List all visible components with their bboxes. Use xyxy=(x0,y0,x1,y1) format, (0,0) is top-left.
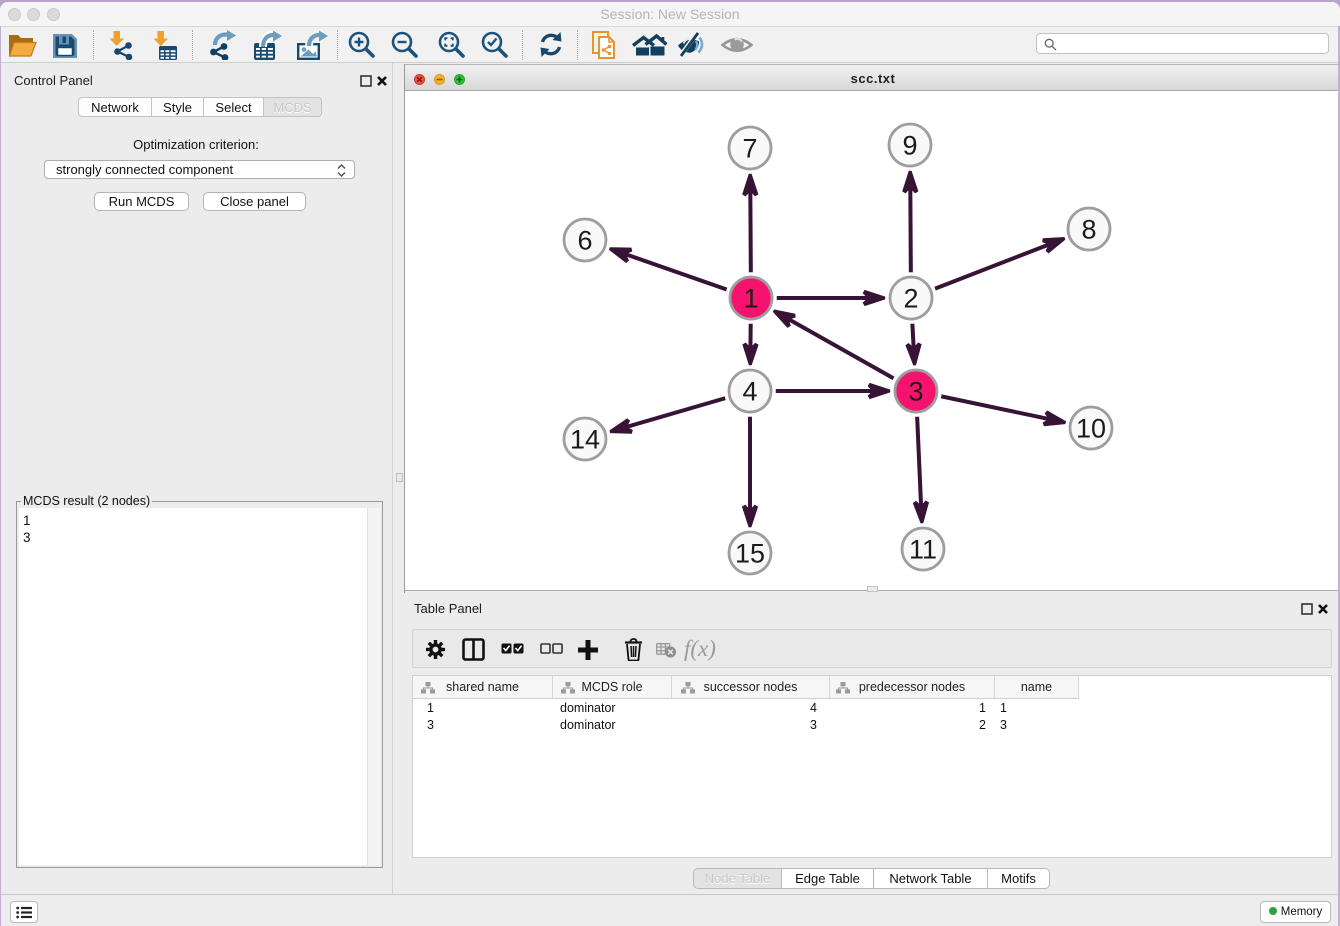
svg-text:14: 14 xyxy=(570,425,600,455)
svg-text:11: 11 xyxy=(909,535,937,565)
svg-text:2: 2 xyxy=(903,284,918,314)
svg-text:8: 8 xyxy=(1081,215,1096,245)
svg-text:3: 3 xyxy=(908,377,923,407)
svg-text:9: 9 xyxy=(902,131,917,161)
svg-text:10: 10 xyxy=(1076,414,1106,444)
svg-text:6: 6 xyxy=(577,226,592,256)
svg-text:15: 15 xyxy=(735,539,765,569)
svg-text:7: 7 xyxy=(742,134,757,164)
svg-text:4: 4 xyxy=(742,377,757,407)
svg-text:1: 1 xyxy=(743,284,758,314)
